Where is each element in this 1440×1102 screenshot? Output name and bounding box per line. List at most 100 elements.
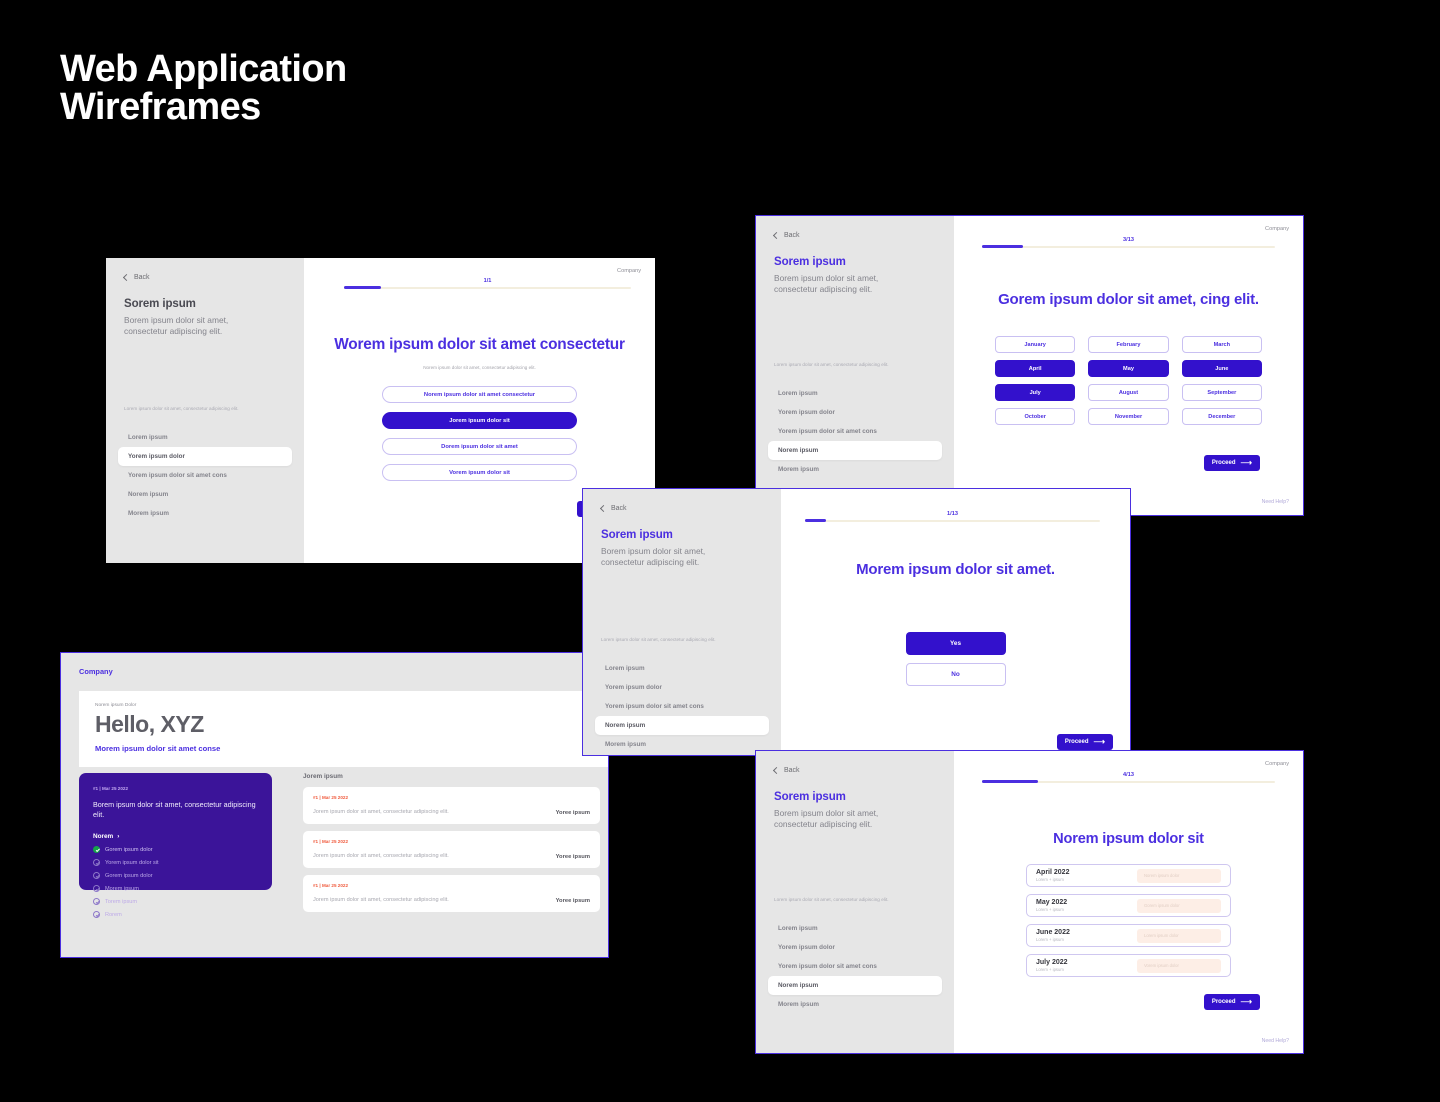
sidebar-item-0[interactable]: Lorem ipsum	[118, 428, 292, 447]
list-item[interactable]: #1 | Mar 25 2022 Jorem ipsum dolor sit a…	[303, 787, 600, 824]
dashboard-company-label: Company	[79, 667, 113, 676]
month-chip-october-label: October	[1024, 413, 1046, 420]
sidebar-item-2[interactable]: Yorem ipsum dolor sit amet cons	[768, 422, 942, 441]
wireframe-card-1: Back Sorem ipsum Borem ipsum dolor sit a…	[106, 258, 655, 563]
month-chip-october[interactable]: October	[995, 408, 1076, 425]
card4-progress-track	[982, 780, 1275, 783]
month-chip-november-label: November	[1114, 413, 1143, 420]
need-help-link[interactable]: Need Help?	[1262, 499, 1289, 505]
card3-progress-track	[982, 245, 1275, 248]
answer-yes[interactable]: Yes	[905, 632, 1006, 655]
card1-progress-track	[344, 286, 631, 289]
sidebar-item-3[interactable]: Norem ipsum	[768, 441, 942, 460]
card1-progress-fill	[344, 286, 382, 289]
back-button[interactable]: Back	[122, 273, 286, 282]
sidebar-item-1[interactable]: Yorem ipsum dolor	[768, 403, 942, 422]
sidebar-item-1[interactable]: Yorem ipsum dolor	[118, 447, 292, 466]
sidebar-item-4[interactable]: Morem ipsum	[118, 504, 292, 523]
sidebar-item-3[interactable]: Norem ipsum	[595, 716, 769, 735]
option-2-label: Dorem ipsum dolor sit amet	[441, 443, 518, 450]
month-chip-january[interactable]: January	[995, 336, 1076, 353]
list-item[interactable]: #1 | Mar 25 2022 Jorem ipsum dolor sit a…	[303, 831, 600, 868]
sidebar-item-4[interactable]: Morem ipsum	[768, 460, 942, 479]
back-label: Back	[611, 505, 627, 512]
month-chip-august-label: August	[1118, 389, 1139, 396]
month-chip-september[interactable]: September	[1181, 384, 1262, 401]
sidebar-note: Lorem ipsum dolor sit amet, consectetur …	[601, 637, 716, 642]
sidebar-item-1[interactable]: Yorem ipsum dolor	[595, 678, 769, 697]
sidebar-item-3[interactable]: Norem ipsum	[118, 485, 292, 504]
month-chip-february-label: February	[1116, 341, 1141, 348]
highlight-body: Borem ipsum dolor sit amet, consectetur …	[93, 800, 256, 819]
sidebar-item-1[interactable]: Yorem ipsum dolor	[768, 938, 942, 957]
month-row-july-input[interactable]: Vorem ipsum dolor	[1137, 958, 1221, 973]
checklist-item-3: Morem ipsum	[93, 885, 258, 892]
check-circle-icon	[93, 885, 100, 892]
answer-no-label: No	[951, 671, 960, 678]
month-row-may-input[interactable]: Gorem ipsum dolor	[1137, 898, 1221, 913]
sidebar-title: Sorem ipsum	[774, 256, 846, 268]
sidebar-nav: Lorem ipsum Yorem ipsum dolor Yorem ipsu…	[768, 384, 942, 479]
highlight-link[interactable]: Norem ›	[93, 833, 258, 840]
list-item-meta: #1 | Mar 25 2022	[313, 795, 348, 800]
sidebar-note: Lorem ipsum dolor sit amet, consectetur …	[124, 406, 239, 411]
back-button[interactable]: Back	[772, 766, 936, 775]
sidebar-item-0[interactable]: Lorem ipsum	[768, 919, 942, 938]
sidebar-item-2[interactable]: Yorem ipsum dolor sit amet cons	[595, 697, 769, 716]
sidebar-item-4[interactable]: Morem ipsum	[595, 735, 769, 754]
back-button[interactable]: Back	[599, 504, 763, 513]
wireframe-card-3: Back Sorem ipsum Borem ipsum dolor sit a…	[755, 215, 1304, 516]
month-row-may[interactable]: May 2022 Lorem + ipsum Gorem ipsum dolor	[1026, 894, 1231, 917]
highlight-link-label: Norem	[93, 833, 114, 840]
need-help-link[interactable]: Need Help?	[1262, 1038, 1289, 1044]
month-chip-july[interactable]: July	[995, 384, 1076, 401]
month-row-june[interactable]: June 2022 Lorem + ipsum Lorem ipsum dolo…	[1026, 924, 1231, 947]
month-row-june-input[interactable]: Lorem ipsum dolor	[1137, 928, 1221, 943]
month-row-april-input[interactable]: Norem ipsum dolor	[1137, 868, 1221, 883]
sidebar-item-3[interactable]: Norem ipsum	[768, 976, 942, 995]
sidebar-item-0[interactable]: Lorem ipsum	[768, 384, 942, 403]
proceed-button[interactable]: Proceed ⟶	[1203, 455, 1260, 471]
highlight-meta: #1 | Mar 25 2022	[93, 786, 128, 791]
sidebar-subtitle: Borem ipsum dolor sit amet, consectetur …	[774, 273, 879, 294]
month-chip-april[interactable]: April	[995, 360, 1076, 377]
month-chip-june[interactable]: June	[1181, 360, 1262, 377]
checklist-item-2-label: Gorem ipsum dolor	[105, 872, 153, 879]
sidebar-item-0[interactable]: Lorem ipsum	[595, 659, 769, 678]
back-button[interactable]: Back	[772, 231, 936, 240]
option-0[interactable]: Norem ipsum dolor sit amet consectetur	[382, 386, 577, 403]
check-circle-icon	[93, 859, 100, 866]
month-chip-august[interactable]: August	[1088, 384, 1169, 401]
arrow-right-icon: ⟶	[1093, 737, 1105, 746]
sidebar-item-2[interactable]: Yorem ipsum dolor sit amet cons	[768, 957, 942, 976]
list-item[interactable]: #1 | Mar 25 2022 Jorem ipsum dolor sit a…	[303, 875, 600, 912]
sidebar-item-2[interactable]: Yorem ipsum dolor sit amet cons	[118, 466, 292, 485]
month-chip-may[interactable]: May	[1088, 360, 1169, 377]
month-chip-november[interactable]: November	[1088, 408, 1169, 425]
month-chip-february[interactable]: February	[1088, 336, 1169, 353]
proceed-label: Proceed	[1211, 460, 1236, 466]
month-row-april[interactable]: April 2022 Lorem + ipsum Norem ipsum dol…	[1026, 864, 1231, 887]
card4-progress-label: 4/13	[1123, 772, 1134, 778]
card2-progress-fill	[805, 519, 826, 522]
month-row-july[interactable]: July 2022 Lorem + ipsum Vorem ipsum dolo…	[1026, 954, 1231, 977]
month-chip-december[interactable]: December	[1181, 408, 1262, 425]
sidebar-item-4[interactable]: Morem ipsum	[768, 995, 942, 1014]
option-2[interactable]: Dorem ipsum dolor sit amet	[382, 438, 577, 455]
answer-no[interactable]: No	[905, 663, 1006, 686]
proceed-button[interactable]: Proceed ⟶	[1056, 734, 1113, 750]
check-circle-icon	[93, 872, 100, 879]
list-item-body: Jorem ipsum dolor sit amet, consectetur …	[313, 809, 449, 815]
back-label: Back	[134, 274, 150, 281]
checklist-item-4: Torem ipsum	[93, 898, 258, 905]
hero-title: Hello, XYZ	[95, 711, 204, 737]
option-3[interactable]: Vorem ipsum dolor sit	[382, 464, 577, 481]
list-heading: Jorem ipsum	[303, 773, 343, 780]
proceed-button[interactable]: Proceed ⟶	[1203, 994, 1260, 1010]
month-chip-march[interactable]: March	[1181, 336, 1262, 353]
list-item-body: Jorem ipsum dolor sit amet, consectetur …	[313, 853, 449, 859]
option-1[interactable]: Jorem ipsum dolor sit	[382, 412, 577, 429]
sidebar-note: Lorem ipsum dolor sit amet, consectetur …	[774, 897, 889, 902]
card2-progress-track	[805, 519, 1100, 522]
arrow-right-icon: ⟶	[1240, 997, 1252, 1006]
